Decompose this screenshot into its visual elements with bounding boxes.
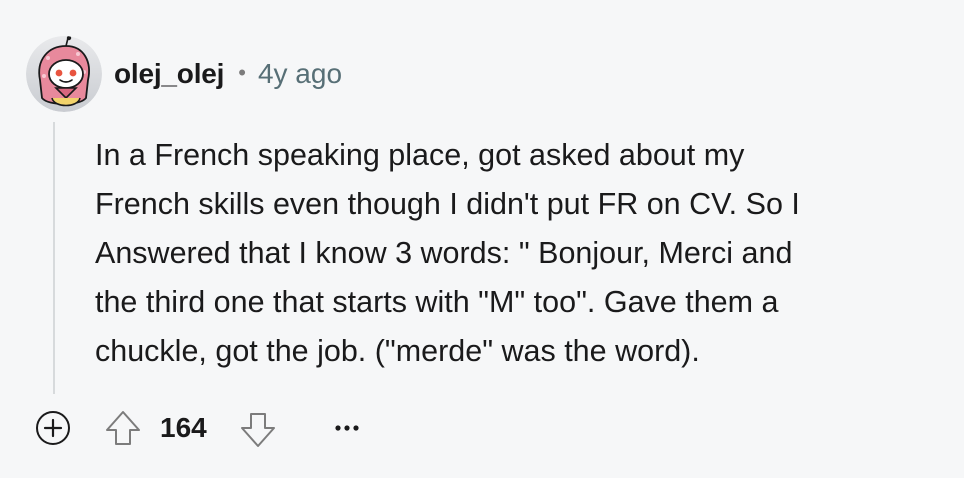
user-avatar[interactable] — [26, 36, 102, 112]
comment-body: In a French speaking place, got asked ab… — [95, 138, 800, 368]
expand-thread-button[interactable] — [33, 408, 73, 448]
comment-header: olej_olej • 4y ago — [114, 54, 342, 94]
comment: olej_olej • 4y ago In a French speaking … — [0, 0, 964, 478]
snoo-avatar-icon — [26, 36, 102, 112]
vote-score: 164 — [160, 412, 207, 443]
thread-line[interactable] — [53, 122, 55, 394]
more-options-button[interactable] — [327, 412, 367, 444]
username-link[interactable]: olej_olej — [114, 58, 224, 90]
meta-separator: • — [238, 60, 246, 85]
timestamp[interactable]: 4y ago — [258, 58, 342, 90]
ellipsis-icon — [335, 425, 359, 431]
upvote-arrow-icon — [106, 411, 140, 445]
comment-actions: 164 — [0, 402, 964, 454]
plus-circle-icon — [36, 411, 70, 445]
downvote-arrow-icon — [241, 413, 275, 447]
upvote-button[interactable] — [103, 408, 143, 448]
downvote-button[interactable] — [238, 410, 278, 450]
